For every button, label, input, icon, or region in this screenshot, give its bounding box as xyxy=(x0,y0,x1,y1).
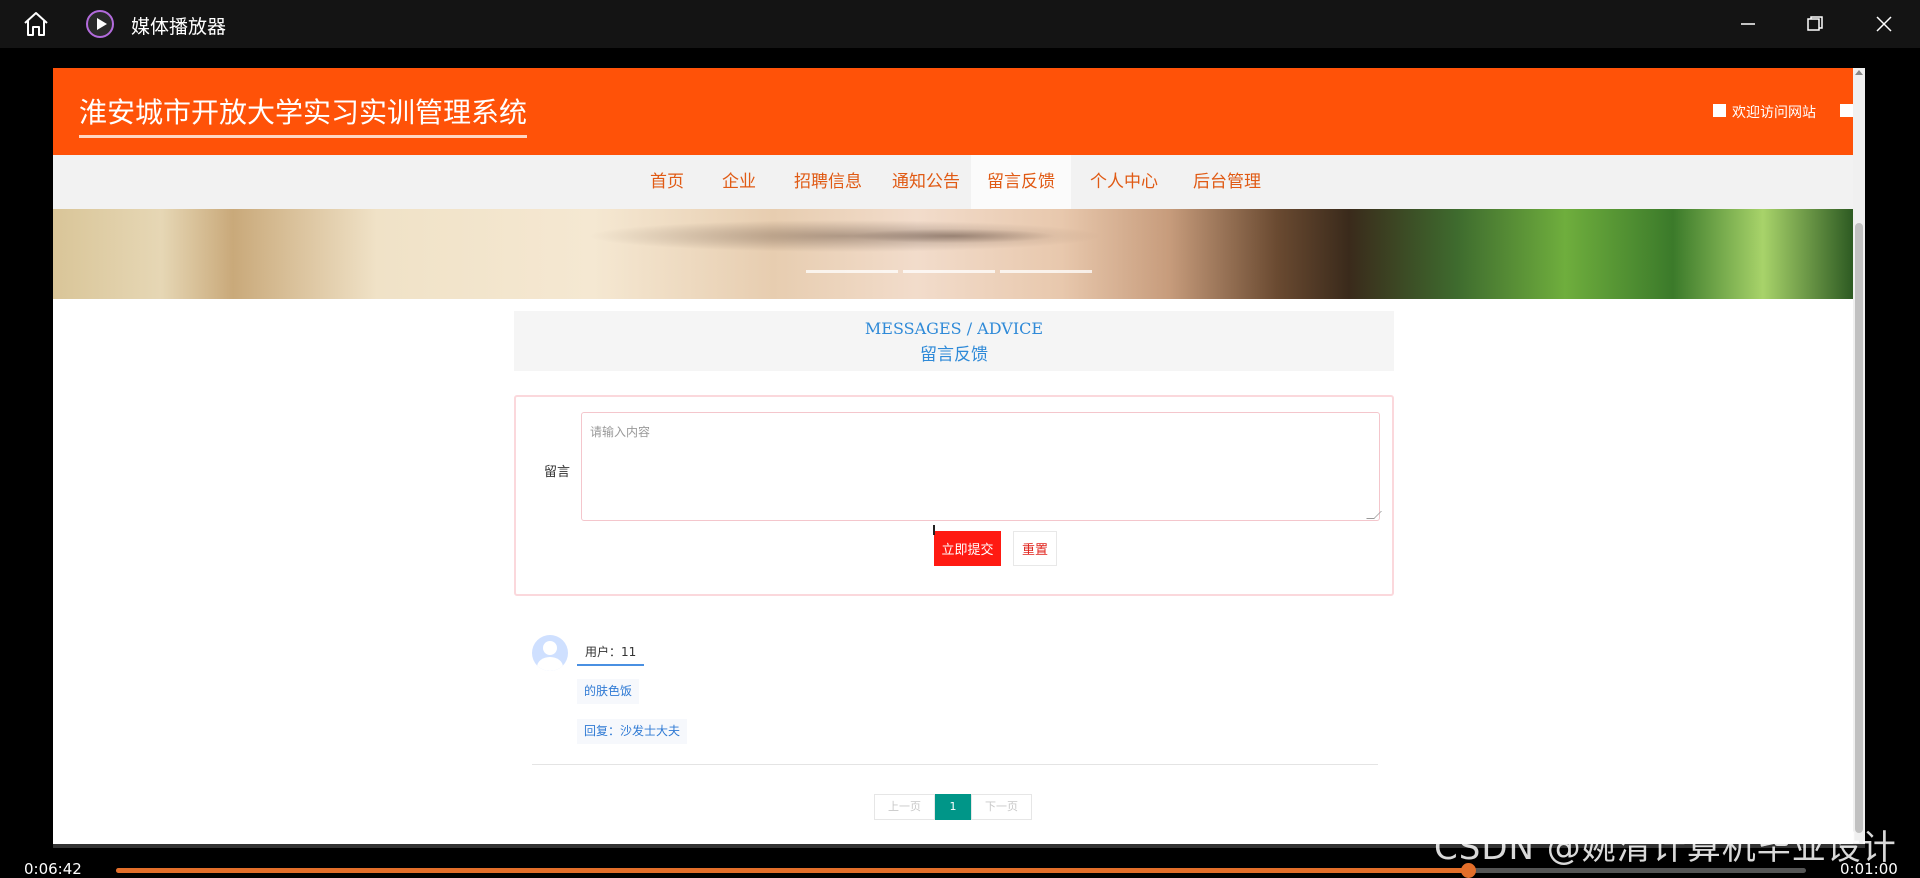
nav-item-enterprise[interactable]: 企业 xyxy=(709,155,769,209)
maximize-icon[interactable] xyxy=(1803,12,1827,36)
nav-item-feedback[interactable]: 留言反馈 xyxy=(971,155,1071,209)
seek-bar-fill xyxy=(116,868,1468,873)
prev-page-button[interactable]: 上一页 xyxy=(874,794,935,820)
banner-image xyxy=(53,209,1853,299)
welcome-text: 欢迎访问网站 xyxy=(1713,102,1853,122)
nav-item-notices[interactable]: 通知公告 xyxy=(882,155,970,209)
site-header: 淮安城市开放大学实习实训管理系统 欢迎访问网站 xyxy=(53,68,1853,155)
carousel-dot[interactable] xyxy=(903,270,995,273)
page-scrollbar[interactable] xyxy=(1853,68,1865,844)
window-titlebar: 媒体播放器 xyxy=(0,0,1920,48)
next-page-button[interactable]: 下一页 xyxy=(971,794,1032,820)
square-icon xyxy=(1840,104,1853,117)
section-title-en: MESSAGES / ADVICE xyxy=(864,319,1044,338)
divider xyxy=(532,764,1378,765)
message-input[interactable] xyxy=(581,412,1380,521)
message-form: 留言 立即提交 重置 xyxy=(514,395,1394,596)
section-title-cn: 留言反馈 xyxy=(920,345,988,365)
carousel-indicators xyxy=(806,270,1096,274)
page-1-button[interactable]: 1 xyxy=(935,794,971,820)
nav-item-jobs[interactable]: 招聘信息 xyxy=(784,155,872,209)
nav-item-home[interactable]: 首页 xyxy=(637,155,697,209)
carousel-dot[interactable] xyxy=(1000,270,1092,273)
nav-item-admin[interactable]: 后台管理 xyxy=(1183,155,1271,209)
main-nav: 首页 企业 招聘信息 通知公告 留言反馈 个人中心 后台管理 xyxy=(53,155,1853,209)
carousel-dot[interactable] xyxy=(806,270,898,273)
text-cursor-icon xyxy=(933,525,935,535)
watermark: CSDN @婉清计算机毕业设计 xyxy=(1434,828,1897,868)
message-label: 留言 xyxy=(544,465,571,480)
banner-carousel[interactable] xyxy=(53,209,1853,299)
video-frame: 淮安城市开放大学实习实训管理系统 欢迎访问网站 首页 企业 招聘信息 通知公告 … xyxy=(53,68,1853,844)
welcome-label: 欢迎访问网站 xyxy=(1732,105,1816,121)
nav-item-profile[interactable]: 个人中心 xyxy=(1080,155,1168,209)
section-heading: MESSAGES / ADVICE 留言反馈 xyxy=(514,311,1394,371)
window-title: 媒体播放器 xyxy=(131,16,227,38)
scroll-up-icon[interactable] xyxy=(1855,70,1863,75)
site-title: 淮安城市开放大学实习实训管理系统 xyxy=(79,91,528,138)
square-icon xyxy=(1713,104,1726,117)
current-time: 0:06:42 xyxy=(24,860,82,878)
message-reply: 回复：沙发士大夫 xyxy=(577,719,688,744)
submit-button[interactable]: 立即提交 xyxy=(934,531,1001,566)
reset-button[interactable]: 重置 xyxy=(1013,531,1057,566)
close-icon[interactable] xyxy=(1872,12,1896,36)
avatar xyxy=(532,635,568,671)
play-icon xyxy=(86,10,114,38)
minimize-icon[interactable] xyxy=(1736,12,1760,36)
home-icon[interactable] xyxy=(22,11,50,37)
message-user: 用户：11 xyxy=(577,641,645,666)
scroll-thumb[interactable] xyxy=(1855,223,1863,833)
message-content: 的肤色饭 xyxy=(577,679,640,704)
